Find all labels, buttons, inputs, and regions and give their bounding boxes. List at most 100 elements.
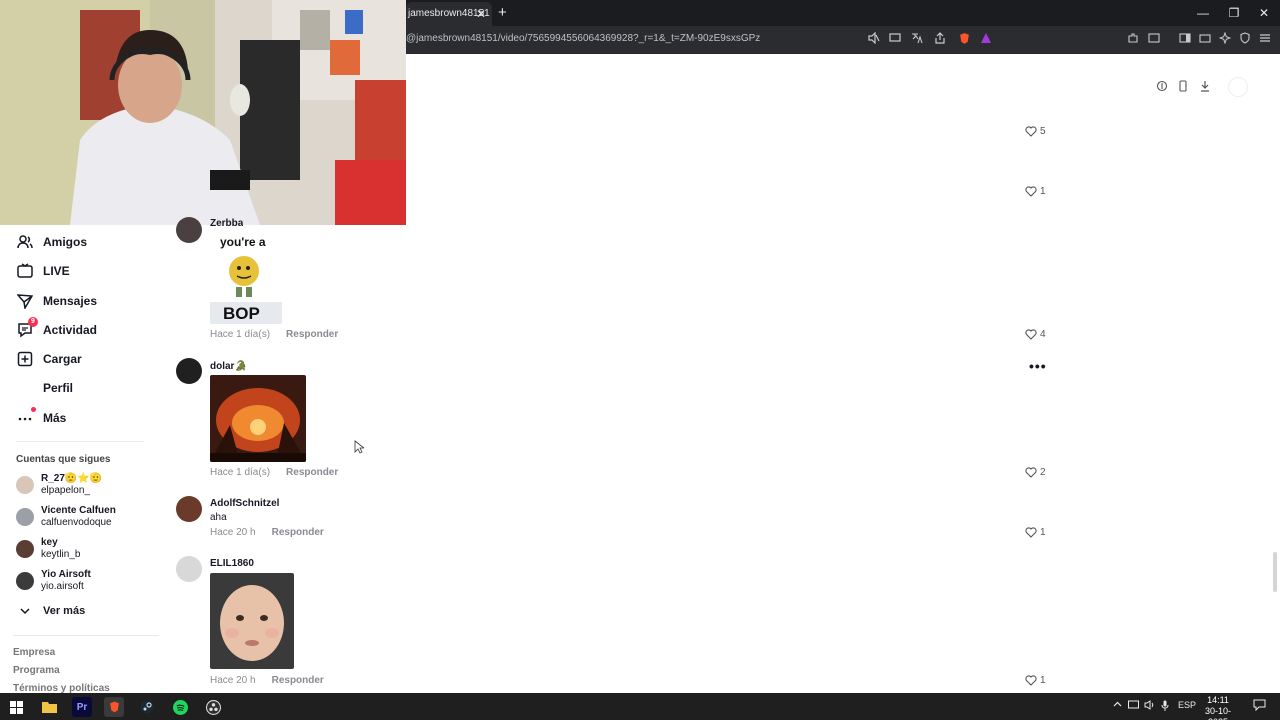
obs-icon[interactable]	[203, 697, 223, 717]
menu-icon[interactable]	[1257, 32, 1273, 48]
browser-tab[interactable]: jamesbrown48151 ( ✕	[406, 2, 492, 26]
account-handle: calfuenvodoque	[41, 517, 112, 528]
download-icon[interactable]	[1198, 80, 1212, 94]
like-number: 1	[1040, 675, 1046, 686]
spotify-icon[interactable]	[170, 697, 190, 717]
reply-button[interactable]: Responder	[272, 527, 324, 538]
steam-icon[interactable]	[137, 697, 157, 717]
brave-rewards-icon[interactable]	[978, 32, 994, 48]
chevron-down-icon	[16, 602, 34, 620]
comment-text: aha	[210, 512, 227, 523]
heart-icon	[1025, 675, 1037, 686]
comment-time: Hace 1 día(s)	[210, 329, 271, 340]
translate-icon[interactable]	[909, 32, 925, 48]
wallet-icon[interactable]	[1197, 32, 1213, 48]
comment-username[interactable]: ELIL1860	[210, 558, 254, 569]
new-tab-button[interactable]: +	[498, 4, 507, 22]
sidebar-item-label: Cargar	[43, 352, 82, 366]
avatar	[16, 476, 34, 494]
comment-image[interactable]	[210, 573, 294, 669]
sidebar-item-perfil[interactable]: Perfil	[16, 378, 73, 398]
reply-button[interactable]: Responder	[272, 675, 324, 686]
like-count[interactable]: 1	[1025, 186, 1046, 197]
footer-link-programa[interactable]: Programa	[13, 665, 60, 676]
heart-icon	[1025, 126, 1037, 137]
clock-time: 14:11	[1207, 695, 1229, 705]
extensions-icon[interactable]	[1125, 32, 1141, 48]
tab-search-icon[interactable]	[1146, 32, 1162, 48]
footer-link-empresa[interactable]: Empresa	[13, 647, 55, 658]
taskbar-clock[interactable]: 14:11 30-10-2025	[1196, 695, 1240, 728]
emoji-bop-image	[229, 256, 259, 297]
brave-shields-icon[interactable]	[956, 32, 972, 48]
activity-badge: 9	[28, 317, 38, 327]
sidebar-item-amigos[interactable]: Amigos	[16, 232, 87, 252]
like-count[interactable]: 1	[1025, 675, 1046, 686]
reply-button[interactable]: Responder	[286, 467, 338, 478]
comment-meta: Hace 20 h Responder	[210, 527, 324, 538]
leo-ai-icon[interactable]	[1217, 31, 1233, 48]
comment-username[interactable]: AdolfSchnitzel	[210, 498, 279, 509]
clock-date: 30-10-2025	[1204, 706, 1231, 727]
live-icon	[16, 262, 34, 280]
activity-icon: 9	[16, 317, 38, 339]
comment-time: Hace 20 h	[210, 527, 256, 538]
windows-start-icon[interactable]	[6, 697, 26, 717]
avatar	[16, 508, 34, 526]
more-options-icon[interactable]: •••	[1029, 358, 1047, 374]
language-indicator[interactable]: ESP	[1178, 700, 1196, 710]
premiere-icon[interactable]: Pr	[72, 697, 92, 717]
comment-avatar[interactable]	[176, 358, 202, 384]
mute-icon[interactable]	[866, 31, 882, 48]
microphone-icon[interactable]	[1161, 700, 1169, 713]
sidebar-toggle-icon[interactable]	[1177, 32, 1193, 48]
vpn-icon[interactable]	[1237, 32, 1253, 48]
sticker-text-bottom: BOP	[223, 304, 260, 323]
phone-icon[interactable]	[1176, 80, 1190, 94]
sidebar-item-cargar[interactable]: Cargar	[16, 349, 82, 369]
like-count[interactable]: 2	[1025, 467, 1046, 478]
brave-browser-icon[interactable]	[104, 697, 124, 717]
friends-icon	[16, 233, 34, 251]
comment-meta: Hace 20 h Responder	[210, 675, 324, 686]
following-title: Cuentas que sigues	[16, 454, 111, 465]
url-text[interactable]: @jamesbrown48151/video/75659945560643699…	[406, 33, 760, 44]
account-handle: keytlin_b	[41, 549, 81, 560]
file-explorer-icon[interactable]	[39, 697, 59, 717]
sidebar-item-live[interactable]: LIVE	[16, 261, 70, 281]
network-icon[interactable]	[1128, 700, 1139, 712]
scrollbar[interactable]	[1273, 552, 1277, 592]
cast-icon[interactable]	[887, 32, 903, 48]
minimize-button[interactable]: —	[1188, 4, 1218, 22]
comment-avatar[interactable]	[176, 217, 202, 243]
like-count[interactable]: 1	[1025, 527, 1046, 538]
share-icon[interactable]	[932, 32, 948, 48]
sidebar-item-mas[interactable]: Más	[16, 407, 66, 428]
comment-image[interactable]	[210, 375, 306, 462]
notifications-icon[interactable]	[1253, 699, 1266, 713]
like-count[interactable]: 5	[1025, 126, 1046, 137]
embed-icon[interactable]	[1155, 80, 1169, 94]
comment-sticker[interactable]: you're a BOP	[210, 231, 282, 324]
more-icon	[16, 407, 36, 427]
upload-icon	[16, 350, 34, 368]
reply-button[interactable]: Responder	[286, 329, 338, 340]
account-handle: elpapelon_	[41, 485, 90, 496]
restore-button[interactable]: ❐	[1219, 4, 1249, 22]
comment-username[interactable]: dolar🐊	[210, 361, 247, 372]
comment-avatar[interactable]	[176, 496, 202, 522]
account-name: R_27🫡⭐🫡	[41, 473, 103, 484]
close-window-button[interactable]: ✕	[1249, 4, 1279, 22]
baby-photo-image	[210, 573, 294, 669]
like-count[interactable]: 4	[1025, 329, 1046, 340]
volume-icon[interactable]	[1144, 700, 1155, 712]
sidebar-item-label: Mensajes	[43, 294, 98, 308]
avatar	[16, 540, 34, 558]
comment-username[interactable]: Zerbba	[210, 218, 243, 228]
sidebar-item-actividad[interactable]: 9 Actividad	[16, 317, 97, 340]
tray-chevron-up-icon[interactable]	[1113, 700, 1122, 711]
tab-close-icon[interactable]: ✕	[476, 2, 486, 26]
sidebar-item-mensajes[interactable]: Mensajes	[16, 291, 97, 311]
see-more-button[interactable]: Ver más	[16, 601, 85, 621]
comment-avatar[interactable]	[176, 556, 202, 582]
